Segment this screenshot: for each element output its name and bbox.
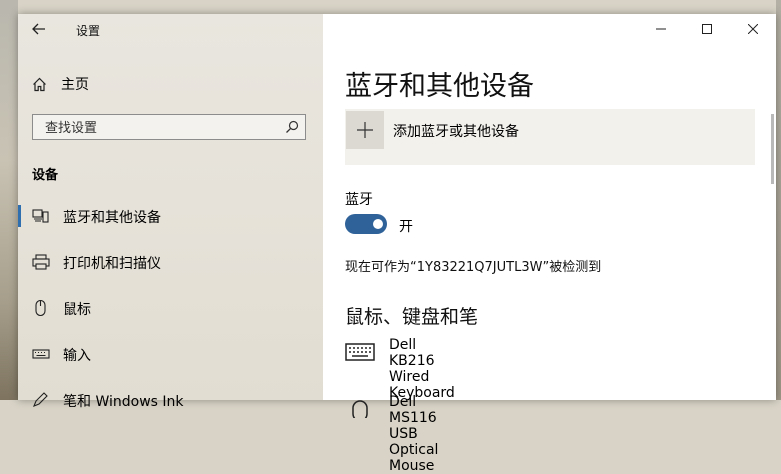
- pen-icon: [33, 392, 48, 407]
- close-button[interactable]: [730, 14, 776, 44]
- search-box[interactable]: [32, 114, 306, 140]
- maximize-icon: [702, 24, 712, 34]
- minimize-icon: [656, 28, 666, 30]
- printer-icon: [32, 254, 50, 270]
- bluetooth-devices-icon: [32, 209, 49, 223]
- add-device-label: 添加蓝牙或其他设备: [393, 124, 519, 140]
- search-icon[interactable]: [285, 120, 299, 134]
- toggle-knob: [373, 219, 383, 229]
- desktop-background: [0, 0, 18, 400]
- mouse-icon: [35, 300, 46, 316]
- search-input[interactable]: [43, 118, 277, 138]
- sidebar-item-label: 输入: [63, 348, 91, 364]
- minimize-button[interactable]: [638, 14, 684, 44]
- back-button[interactable]: [24, 18, 54, 40]
- discoverable-text: 现在可作为“1Y83221Q7JUTL3W”被检测到: [345, 260, 602, 275]
- settings-window: 设置 主页 设备 蓝牙和其他设备: [18, 14, 776, 474]
- section-header-devices: 设备: [32, 168, 59, 183]
- mouse-icon: [352, 400, 368, 418]
- keyboard-icon: [32, 349, 50, 359]
- home-icon: [33, 77, 46, 91]
- back-arrow-icon: [32, 23, 45, 35]
- sidebar-item-label: 蓝牙和其他设备: [63, 210, 161, 226]
- title-bar: 设置: [18, 14, 323, 44]
- plus-icon-box: [346, 111, 384, 149]
- home-label: 主页: [61, 77, 89, 93]
- sidebar-item-label: 笔和 Windows Ink: [63, 394, 184, 410]
- bluetooth-state: 开: [399, 219, 413, 235]
- desktop-background-right: [776, 0, 781, 400]
- plus-icon: [357, 122, 373, 138]
- maximize-button[interactable]: [684, 14, 730, 44]
- device-name: Dell KB216 Wired Keyboard: [389, 337, 455, 401]
- section-mouse-keyboard-pen: 鼠标、键盘和笔: [345, 306, 479, 328]
- sidebar-item-typing[interactable]: 输入: [18, 337, 323, 371]
- bluetooth-toggle[interactable]: [345, 214, 387, 234]
- sidebar-item-pen[interactable]: 笔和 Windows Ink: [18, 383, 323, 417]
- device-name: Dell MS116 USB Optical Mouse: [389, 394, 439, 474]
- sidebar-item-bluetooth[interactable]: 蓝牙和其他设备: [18, 199, 323, 233]
- add-device-button[interactable]: 添加蓝牙或其他设备: [345, 109, 755, 165]
- sidebar-item-label: 打印机和扫描仪: [63, 256, 161, 272]
- content-pane: 蓝牙和其他设备 添加蓝牙或其他设备 蓝牙 开 现在可作为“1Y83221Q7JU…: [323, 14, 776, 474]
- home-nav-item[interactable]: 主页: [32, 72, 89, 96]
- sidebar-item-printers[interactable]: 打印机和扫描仪: [18, 245, 323, 279]
- sidebar-item-mouse[interactable]: 鼠标: [18, 291, 323, 325]
- keyboard-icon: [345, 343, 375, 361]
- close-icon: [748, 24, 758, 34]
- page-title: 蓝牙和其他设备: [345, 71, 534, 102]
- sidebar-item-label: 鼠标: [63, 302, 91, 318]
- caption-buttons: [638, 14, 776, 44]
- scrollbar[interactable]: [771, 114, 774, 184]
- bluetooth-label: 蓝牙: [345, 192, 373, 208]
- navigation-pane: 设置 主页 设备 蓝牙和其他设备: [18, 14, 323, 410]
- window-title: 设置: [76, 24, 101, 38]
